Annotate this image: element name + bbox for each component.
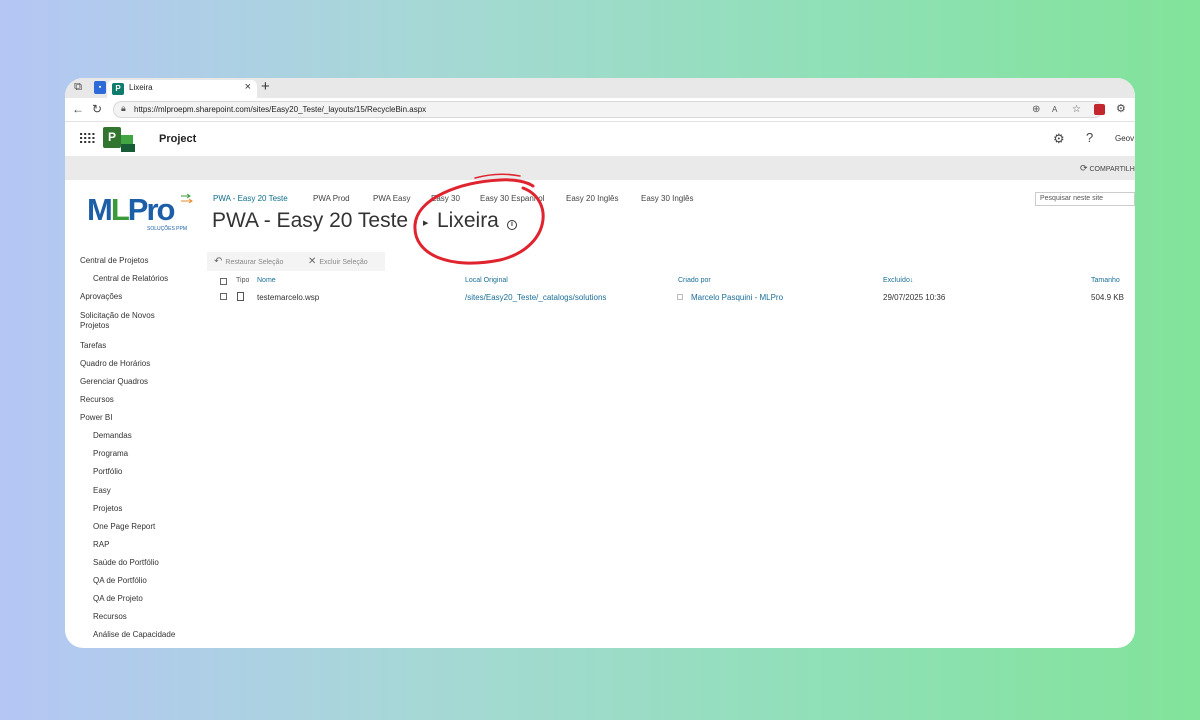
tab-title: Lixeira: [129, 83, 153, 92]
nav-item-recursos[interactable]: Recursos: [80, 395, 114, 405]
row-size: 504.9 KB: [1091, 293, 1124, 302]
logo-shape: [121, 144, 135, 152]
delete-selection-button[interactable]: ✕ Excluir Seleção: [308, 256, 368, 267]
favorite-star-icon[interactable]: ☆: [1072, 104, 1081, 115]
nav-item-programa[interactable]: Programa: [93, 449, 128, 459]
logo-pro: Pro: [127, 192, 176, 227]
app-launcher-icon[interactable]: ⠿⠿: [78, 131, 96, 148]
ribbon-strip: ⟳ COMPARTILH: [65, 156, 1135, 180]
logo-text: MLPro: [87, 192, 176, 228]
refresh-icon[interactable]: ↻: [92, 102, 102, 116]
zoom-icon[interactable]: ⊕: [1032, 104, 1040, 115]
site-title[interactable]: PWA - Easy 20 Teste: [212, 209, 408, 233]
recycle-bin-toolbar: ↶ Restaurar Seleção ✕ Excluir Seleção: [207, 252, 385, 271]
logo-m: M: [87, 192, 113, 227]
nav-item-recursos-sub[interactable]: Recursos: [93, 612, 127, 622]
nav-item-quadro-de-horarios[interactable]: Quadro de Horários: [80, 359, 150, 369]
top-link-pwa-prod[interactable]: PWA Prod: [313, 194, 350, 203]
nav-item-saude-do-portfolio[interactable]: Saúde do Portfólio: [93, 558, 159, 568]
annotation-circle: [413, 173, 545, 265]
deleted-header-label: Excluído: [883, 277, 910, 284]
new-tab-icon[interactable]: +: [261, 78, 270, 95]
column-header-deleted[interactable]: Excluído↓: [883, 277, 913, 284]
site-logo[interactable]: MLPro SOLUÇÕES PPM: [85, 192, 193, 236]
close-tab-icon[interactable]: ×: [245, 81, 251, 93]
top-link-pwa-easy-20-teste[interactable]: PWA - Easy 20 Teste: [213, 194, 288, 203]
row-name[interactable]: testemarcelo.wsp: [257, 293, 319, 302]
share-label: COMPARTILH: [1089, 166, 1135, 173]
nav-item-tarefas[interactable]: Tarefas: [80, 341, 106, 351]
extensions-icon[interactable]: ⚙: [1116, 102, 1126, 115]
logo-arrows-icon: [181, 193, 193, 204]
tab-bar: ⧉ ▪ P Lixeira × +: [65, 78, 1135, 98]
workspaces-icon[interactable]: ⧉: [72, 81, 84, 94]
browser-tab[interactable]: P Lixeira ×: [107, 80, 257, 98]
url-text: https://mlproepm.sharepoint.com/sites/Ea…: [134, 105, 427, 114]
row-created-by[interactable]: Marcelo Pasquini - MLPro: [691, 293, 783, 302]
logo-letter: P: [103, 127, 121, 148]
presence-icon: [677, 294, 683, 300]
nav-item-qa-de-portfolio[interactable]: QA de Portfólio: [93, 576, 147, 586]
column-header-name[interactable]: Nome: [257, 277, 276, 284]
nav-item-power-bi[interactable]: Power BI: [80, 413, 112, 423]
column-header-type[interactable]: Tipo: [236, 277, 249, 284]
back-icon[interactable]: ←: [72, 102, 84, 116]
suite-bar: ⠿⠿ P Project ⚙ ? Geov: [65, 122, 1135, 156]
search-placeholder: Pesquisar neste site: [1040, 195, 1104, 202]
nav-item-projetos[interactable]: Projetos: [93, 504, 122, 514]
profile-icon[interactable]: ▪: [94, 81, 106, 94]
logo-l: L: [110, 192, 130, 227]
top-link-easy-20-ingles[interactable]: Easy 20 Inglês: [566, 194, 618, 203]
nav-item-central-de-projetos[interactable]: Central de Projetos: [80, 256, 148, 266]
nav-item-central-de-relatorios[interactable]: Central de Relatórios: [93, 274, 168, 284]
delete-x-icon: ✕: [308, 256, 317, 267]
nav-item-qa-de-projeto[interactable]: QA de Projeto: [93, 594, 143, 604]
share-button[interactable]: ⟳ COMPARTILH: [1080, 163, 1135, 174]
user-name[interactable]: Geov: [1115, 134, 1134, 143]
share-icon: ⟳: [1080, 163, 1088, 173]
restore-selection-button[interactable]: ↶ Restaurar Seleção: [214, 256, 283, 267]
nav-item-analise-de-capacidade[interactable]: Análise de Capacidade: [93, 630, 175, 640]
address-bar: ← ↻ 🔒︎ https://mlproepm.sharepoint.com/s…: [65, 98, 1135, 122]
top-link-easy-30-ingles[interactable]: Easy 30 Inglês: [641, 194, 693, 203]
logo-subtitle: SOLUÇÕES PPM: [147, 226, 188, 232]
lock-icon[interactable]: 🔒︎: [121, 103, 126, 114]
row-checkbox[interactable]: [220, 293, 227, 300]
nav-item-easy[interactable]: Easy: [93, 486, 111, 496]
url-field[interactable]: 🔒︎ https://mlproepm.sharepoint.com/sites…: [113, 101, 1103, 118]
row-original-location[interactable]: /sites/Easy20_Teste/_catalogs/solutions: [465, 293, 606, 302]
delete-label: Excluir Seleção: [319, 259, 368, 266]
read-aloud-icon[interactable]: A: [1052, 105, 1057, 114]
column-header-size[interactable]: Tamanho: [1091, 277, 1120, 284]
nav-item-gerenciar-quadros[interactable]: Gerenciar Quadros: [80, 377, 148, 387]
select-all-checkbox[interactable]: [220, 278, 227, 285]
row-deleted-date: 29/07/2025 10:36: [883, 293, 946, 302]
restore-icon: ↶: [214, 256, 223, 267]
site-search-input[interactable]: Pesquisar neste site: [1035, 192, 1135, 206]
project-favicon-icon: P: [112, 83, 124, 95]
app-name[interactable]: Project: [159, 133, 196, 145]
nav-item-portfolio[interactable]: Portfólio: [93, 467, 122, 477]
column-header-created-by[interactable]: Criado por: [678, 277, 711, 284]
settings-gear-icon[interactable]: ⚙: [1053, 131, 1065, 147]
sort-descending-icon: ↓: [909, 277, 914, 284]
nav-item-demandas[interactable]: Demandas: [93, 431, 132, 441]
help-icon[interactable]: ?: [1086, 130, 1093, 145]
column-header-original-location[interactable]: Local Original: [465, 277, 508, 284]
extension-icon[interactable]: [1094, 104, 1105, 115]
document-icon: [237, 292, 244, 301]
restore-label: Restaurar Seleção: [225, 259, 284, 266]
project-logo-icon[interactable]: P: [103, 127, 135, 153]
nav-item-one-page-report[interactable]: One Page Report: [93, 522, 155, 532]
browser-window: ⧉ ▪ P Lixeira × + ← ↻ 🔒︎ https://mlproep…: [65, 78, 1135, 648]
nav-item-solicitacao-de-novos-projetos[interactable]: Solicitação de Novos Projetos: [80, 311, 170, 331]
nav-item-aprovacoes[interactable]: Aprovações: [80, 292, 122, 302]
nav-item-rap[interactable]: RAP: [93, 540, 109, 550]
